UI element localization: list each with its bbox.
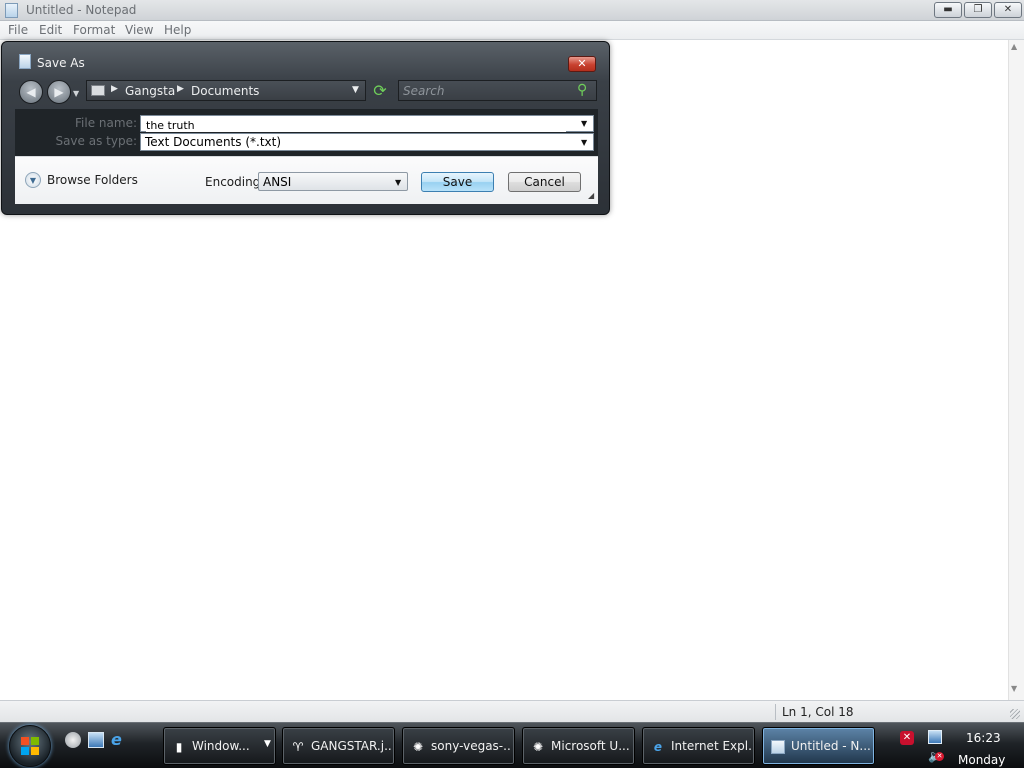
- image-icon: ♈: [292, 740, 304, 754]
- menu-bar: File Edit Format View Help: [0, 21, 1024, 40]
- start-button[interactable]: [9, 725, 51, 767]
- internet-explorer-icon[interactable]: e: [111, 732, 127, 748]
- dialog-resize-grip-icon[interactable]: ◢: [588, 191, 594, 200]
- task-label: Microsoft U...: [551, 739, 630, 753]
- breadcrumb-separator-icon[interactable]: ▶: [177, 84, 184, 94]
- task-notepad[interactable]: Untitled - N...: [762, 727, 875, 765]
- menu-view[interactable]: View: [125, 23, 153, 37]
- search-icon[interactable]: ⚲: [577, 82, 587, 98]
- save-as-type-dropdown-icon[interactable]: ▼: [581, 138, 587, 147]
- task-label: Untitled - N...: [791, 739, 871, 753]
- encoding-value: ANSI: [263, 175, 292, 189]
- menu-file[interactable]: File: [8, 23, 28, 37]
- menu-edit[interactable]: Edit: [39, 23, 62, 37]
- task-label: Internet Expl...: [671, 739, 751, 753]
- search-input[interactable]: [403, 83, 573, 99]
- taskbar: e ▮ Window... ▼ ♈ GANGSTAR.j... ✺ sony-v…: [0, 722, 1024, 768]
- dialog-fields: File name: Save as type: ▼ Text Document…: [15, 109, 598, 156]
- save-as-type-label: Save as type:: [55, 134, 137, 148]
- dialog-close-button[interactable]: ✕: [568, 56, 596, 72]
- file-name-dropdown-icon[interactable]: ▼: [581, 119, 587, 128]
- back-button[interactable]: ◀: [19, 80, 43, 104]
- quicklaunch-orb-icon[interactable]: [65, 732, 81, 748]
- folder-icon: ▮: [175, 740, 183, 754]
- dialog-notepad-icon: [19, 54, 31, 69]
- minimize-button[interactable]: ▬: [934, 2, 962, 18]
- file-name-input[interactable]: [146, 118, 566, 132]
- notepad-icon: [771, 740, 785, 754]
- breadcrumb-documents[interactable]: Documents: [191, 84, 259, 98]
- security-shield-icon[interactable]: ✕: [900, 731, 914, 745]
- menu-format[interactable]: Format: [73, 23, 115, 37]
- task-windows-explorer[interactable]: ▮ Window... ▼: [163, 727, 276, 765]
- cancel-button[interactable]: Cancel: [508, 172, 581, 192]
- cursor-position: Ln 1, Col 18: [782, 705, 854, 719]
- clock-day[interactable]: Monday: [958, 753, 1005, 767]
- task-microsoft[interactable]: ✺ Microsoft U...: [522, 727, 635, 765]
- save-as-type-select[interactable]: Text Documents (*.txt) ▼: [140, 133, 594, 151]
- encoding-label: Encoding:: [205, 175, 265, 189]
- save-as-type-value: Text Documents (*.txt): [145, 135, 282, 149]
- dialog-footer: ▼ Browse Folders Encoding: ANSI ▼ Save C…: [15, 156, 598, 204]
- vegas-icon: ✺: [412, 740, 424, 754]
- task-label: sony-vegas-...: [431, 739, 511, 753]
- network-icon[interactable]: [928, 730, 942, 744]
- address-dropdown-icon[interactable]: ▼: [352, 85, 359, 95]
- save-button[interactable]: Save: [421, 172, 494, 192]
- maximize-button[interactable]: ❐: [964, 2, 992, 18]
- folder-icon: [91, 85, 105, 96]
- notepad-icon: [5, 3, 18, 18]
- ie-icon: e: [653, 740, 663, 754]
- resize-grip-icon[interactable]: [1010, 709, 1020, 719]
- refresh-icon[interactable]: ⟳: [369, 81, 391, 101]
- menu-help[interactable]: Help: [164, 23, 191, 37]
- encoding-dropdown-icon[interactable]: ▼: [395, 178, 401, 187]
- encoding-select[interactable]: ANSI ▼: [258, 172, 408, 191]
- breadcrumb-gangsta[interactable]: Gangsta: [125, 84, 175, 98]
- status-divider: [775, 704, 776, 720]
- windows-logo-icon: [21, 737, 39, 755]
- file-name-combo[interactable]: ▼: [140, 115, 594, 132]
- recent-pages-dropdown-icon[interactable]: ▼: [73, 89, 79, 98]
- dialog-title: Save As: [37, 56, 85, 70]
- vegas-icon: ✺: [532, 740, 544, 754]
- file-name-label: File name:: [75, 116, 137, 130]
- volume-muted-icon[interactable]: 🔈✕: [928, 749, 944, 763]
- browse-folders-label[interactable]: Browse Folders: [47, 173, 138, 187]
- notepad-title-bar[interactable]: Untitled - Notepad ▬ ❐ ✕: [0, 0, 1024, 21]
- forward-button[interactable]: ▶: [47, 80, 71, 104]
- vertical-scrollbar[interactable]: ▲ ▼: [1008, 40, 1024, 700]
- close-button[interactable]: ✕: [994, 2, 1022, 18]
- task-internet-explorer[interactable]: e Internet Expl...: [642, 727, 755, 765]
- search-box[interactable]: ⚲: [398, 80, 597, 101]
- show-desktop-icon[interactable]: [88, 732, 104, 748]
- group-dropdown-icon[interactable]: ▼: [264, 739, 271, 749]
- clock-time[interactable]: 16:23: [966, 731, 1001, 745]
- address-bar[interactable]: ▶ Gangsta ▶ Documents ▼: [86, 80, 366, 101]
- task-gangstar-image[interactable]: ♈ GANGSTAR.j...: [282, 727, 395, 765]
- scroll-up-icon[interactable]: ▲: [1011, 42, 1017, 51]
- task-sony-vegas[interactable]: ✺ sony-vegas-...: [402, 727, 515, 765]
- notepad-window-title: Untitled - Notepad: [26, 3, 137, 17]
- save-as-dialog: Save As ✕ ◀ ▶ ▼ ▶ Gangsta ▶ Documents ▼ …: [1, 41, 610, 215]
- system-tray: ✕ 🔈✕ 16:23 Monday: [892, 727, 1024, 767]
- scroll-down-icon[interactable]: ▼: [1011, 684, 1017, 693]
- status-bar: Ln 1, Col 18: [0, 700, 1024, 722]
- expand-chevron-icon[interactable]: ▼: [25, 172, 41, 188]
- browse-folders-toggle[interactable]: ▼ Browse Folders: [25, 171, 145, 191]
- task-label: Window...: [192, 739, 250, 753]
- task-label: GANGSTAR.j...: [311, 739, 391, 753]
- breadcrumb-separator-icon[interactable]: ▶: [111, 84, 118, 94]
